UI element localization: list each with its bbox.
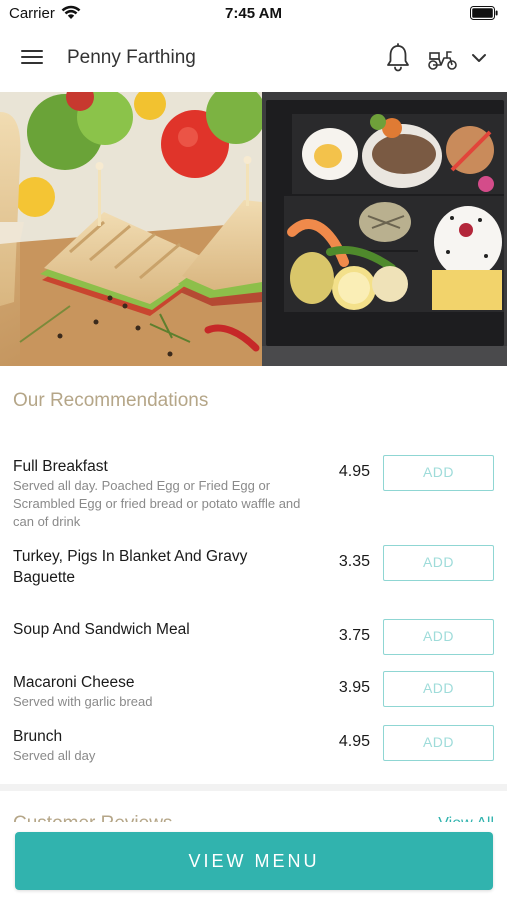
scooter-icon: [428, 51, 457, 70]
add-to-cart-button[interactable]: ADD: [383, 455, 494, 491]
hamburger-icon: [21, 50, 43, 52]
notifications-button[interactable]: [384, 42, 412, 72]
item-name: Full Breakfast: [13, 458, 108, 475]
item-name: Macaroni Cheese: [13, 674, 135, 691]
item-name: Turkey, Pigs In Blanket And Gravy Baguet…: [13, 548, 248, 586]
item-price: 4.95: [338, 733, 370, 750]
item-description: Served all day: [13, 748, 96, 763]
battery-icon: [470, 6, 498, 20]
status-time: 7:45 AM: [225, 5, 282, 22]
restaurant-title: Penny Farthing: [67, 47, 196, 68]
item-description: Served all day. Poached Egg or Fried Egg…: [13, 478, 301, 529]
add-to-cart-button[interactable]: ADD: [383, 725, 494, 761]
food-banner-image: [0, 92, 507, 366]
status-bar: Carrier 7:45 AM: [0, 0, 507, 26]
add-to-cart-button[interactable]: ADD: [383, 619, 494, 655]
item-name: Brunch: [13, 728, 63, 745]
chevron-down-icon: [472, 54, 486, 62]
delivery-mode-button[interactable]: [427, 47, 459, 71]
add-to-cart-button[interactable]: ADD: [383, 545, 494, 581]
item-price: 3.75: [338, 627, 370, 644]
recommendations-heading: Our Recommendations: [13, 390, 209, 411]
item-price: 3.95: [338, 679, 370, 696]
header-dropdown-button[interactable]: [470, 50, 488, 66]
add-to-cart-button[interactable]: ADD: [383, 671, 494, 707]
bell-icon: [387, 43, 409, 72]
featured-banner-carousel[interactable]: [0, 92, 507, 366]
item-price: 3.35: [338, 553, 370, 570]
view-menu-button[interactable]: VIEW MENU: [15, 832, 493, 890]
hamburger-menu-button[interactable]: [20, 46, 48, 72]
item-price: 4.95: [338, 463, 370, 480]
item-description: Served with garlic bread: [13, 694, 153, 709]
section-divider: [0, 784, 507, 791]
app-header: Penny Farthing: [0, 26, 507, 92]
item-name: Soup And Sandwich Meal: [13, 621, 190, 638]
